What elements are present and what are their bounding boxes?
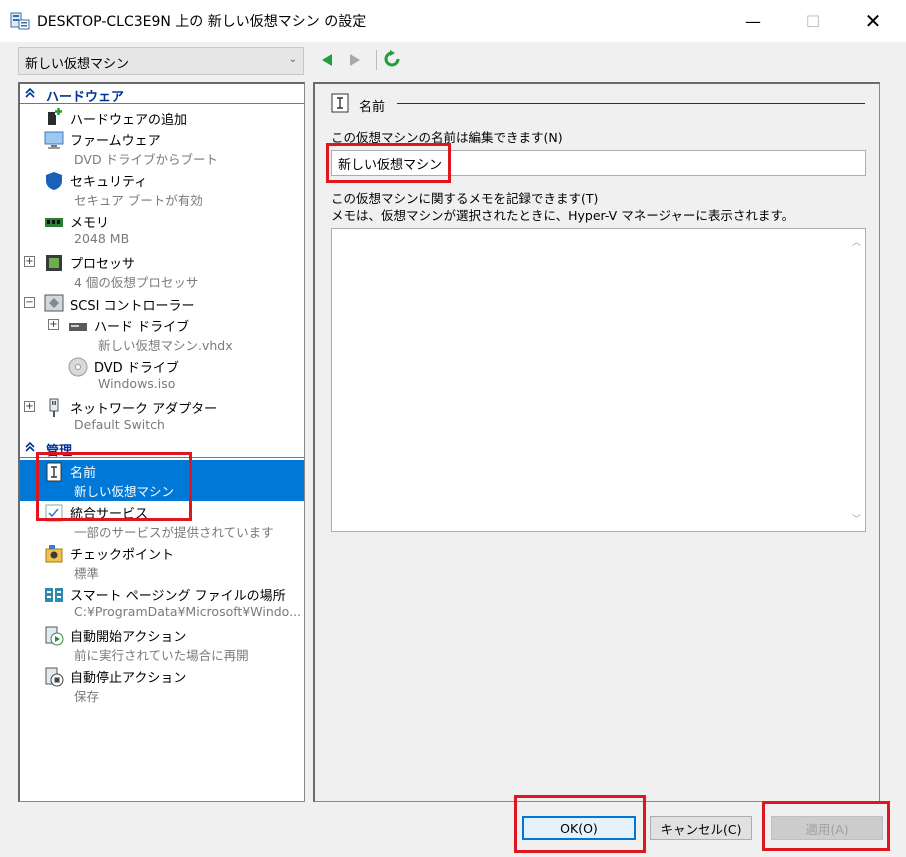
tree-item-detail: セキュア ブートが有効 [74,193,203,208]
hard-drive-icon [69,323,87,331]
group-divider [397,103,865,104]
window-title: DESKTOP-CLC3E9N 上の 新しい仮想マシン の設定 [37,14,367,30]
hyperv-settings-icon [10,12,30,30]
tree-item-network-adapter[interactable]: + ネットワーク アダプター Default Switch [20,396,304,437]
tree-item-label: ハードウェアの追加 [70,113,188,128]
collapse-toggle[interactable]: − [24,297,35,308]
tree-item-detail: 一部のサービスが提供されています [74,525,274,540]
ok-button[interactable]: OK(O) [522,816,636,840]
tree-item-security[interactable]: セキュリティ セキュア ブートが有効 [20,169,304,210]
smart-paging-icon [45,588,63,602]
tree-item-label: スマート ページング ファイルの場所 [70,589,286,604]
maximize-button[interactable]: ☐ [790,0,836,42]
tree-item-detail: 新しい仮想マシン [74,484,175,499]
details-panel: 名前 この仮想マシンの名前は編集できます(N) この仮想マシンに関するメモを記録… [313,82,880,802]
hardware-section-header[interactable]: ハードウェア [20,84,304,105]
forward-arrow-icon[interactable] [348,52,362,68]
tree-item-detail: 2048 MB [74,231,130,246]
name-field-icon [331,93,349,113]
tree-item-label: 名前 [70,466,97,481]
back-arrow-icon[interactable] [320,52,334,68]
name-field-icon [46,462,62,482]
add-hardware-icon [48,108,62,125]
tree-item-detail: 4 個の仮想プロセッサ [74,275,199,290]
tree-item-automatic-start[interactable]: 自動開始アクション 前に実行されていた場合に再開 [20,624,304,665]
tree-item-detail: Default Switch [74,417,165,432]
tree-item-hard-drive[interactable]: + ハード ドライブ 新しい仮想マシン.vhdx [20,314,304,355]
vm-selector-value: 新しい仮想マシン [25,57,130,72]
vm-name-input[interactable] [331,150,866,176]
dvd-icon [68,357,88,377]
tree-item-detail: C:¥ProgramData¥Microsoft¥Windo... [74,604,302,619]
tree-item-label: ファームウェア [70,134,161,149]
tree-item-checkpoints[interactable]: チェックポイント 標準 [20,542,304,583]
refresh-icon[interactable] [383,50,401,68]
tree-item-label: セキュリティ [70,175,148,190]
title-bar: DESKTOP-CLC3E9N 上の 新しい仮想マシン の設定 — ☐ ✕ [0,0,906,42]
tree-item-memory[interactable]: メモリ 2048 MB [20,210,304,251]
tree-item-detail: DVD ドライブからブート [74,152,219,167]
cancel-button[interactable]: キャンセル(C) [650,816,752,840]
name-label: この仮想マシンの名前は編集できます(N) [331,130,563,145]
toolbar-separator [376,50,377,70]
processor-icon [46,255,62,271]
vm-selector[interactable]: 新しい仮想マシン ⌄ [18,47,304,75]
tree-item-detail: 保存 [74,689,100,704]
tree-item-label: 自動開始アクション [70,630,187,645]
tree-item-label: メモリ [70,216,110,231]
tree-item-label: SCSI コントローラー [70,299,195,314]
notes-hint: メモは、仮想マシンが選択されたときに、Hyper-V マネージャーに表示されます… [331,208,795,223]
collapse-icon[interactable] [24,87,36,99]
minimize-button[interactable]: — [730,0,776,42]
tree-item-firmware[interactable]: ファームウェア DVD ドライブからブート [20,128,304,169]
integration-services-icon [45,504,63,522]
close-button[interactable]: ✕ [850,0,896,42]
expand-toggle[interactable]: + [24,256,35,267]
notes-textarea[interactable]: ︿ ﹀ [331,228,866,532]
collapse-icon[interactable] [24,441,36,453]
management-section-header[interactable]: 管理 [20,438,304,459]
tree-item-label: DVD ドライブ [94,361,179,376]
scroll-down-icon[interactable]: ﹀ [852,512,861,525]
auto-stop-icon [45,667,64,687]
tree-item-smart-paging[interactable]: スマート ページング ファイルの場所 C:¥ProgramData¥Micros… [20,583,304,624]
tree-item-label: 統合サービス [70,507,149,522]
tree-item-label: ネットワーク アダプター [70,402,218,417]
tree-item-detail: 新しい仮想マシン.vhdx [98,338,233,353]
chevron-down-icon: ⌄ [288,54,297,65]
tree-item-detail: Windows.iso [98,376,176,391]
tree-item-label: 自動停止アクション [70,671,187,686]
tree-item-detail: 標準 [74,566,100,581]
network-adapter-icon [49,398,59,417]
shield-icon [46,172,62,190]
tree-item-dvd-drive[interactable]: DVD ドライブ Windows.iso [20,355,304,396]
tree-item-add-hardware[interactable]: ハードウェアの追加 [20,106,304,128]
expand-toggle[interactable]: + [24,401,35,412]
notes-scrollbar[interactable]: ︿ ﹀ [848,229,865,531]
settings-tree: ハードウェア ハードウェアの追加 ファームウェア DVD ドライブからブート セ… [18,82,305,802]
tree-item-label: ハード ドライブ [94,320,190,335]
firmware-icon [44,131,64,149]
tree-item-label: チェックポイント [70,548,175,563]
tree-item-integration-services[interactable]: 統合サービス 一部のサービスが提供されています [20,501,304,542]
group-title: 名前 [359,100,386,115]
scsi-controller-icon [44,294,64,312]
expand-toggle[interactable]: + [48,319,59,330]
window-body: 新しい仮想マシン ⌄ ハードウェア ハードウェアの追加 ファームウェア DVD … [0,42,906,857]
tree-item-detail: 前に実行されていた場合に再開 [74,648,249,663]
tree-item-processor[interactable]: + プロセッサ 4 個の仮想プロセッサ [20,251,304,292]
tree-item-name[interactable]: 名前 新しい仮想マシン [20,460,304,501]
checkpoint-icon [45,545,63,563]
tree-item-scsi-controller[interactable]: − SCSI コントローラー [20,292,304,314]
tree-item-label: プロセッサ [70,257,136,272]
apply-button[interactable]: 適用(A) [771,816,883,840]
scroll-up-icon[interactable]: ︿ [852,235,861,248]
tree-item-automatic-stop[interactable]: 自動停止アクション 保存 [20,665,304,706]
auto-start-icon [45,626,64,646]
memory-icon [45,218,63,227]
